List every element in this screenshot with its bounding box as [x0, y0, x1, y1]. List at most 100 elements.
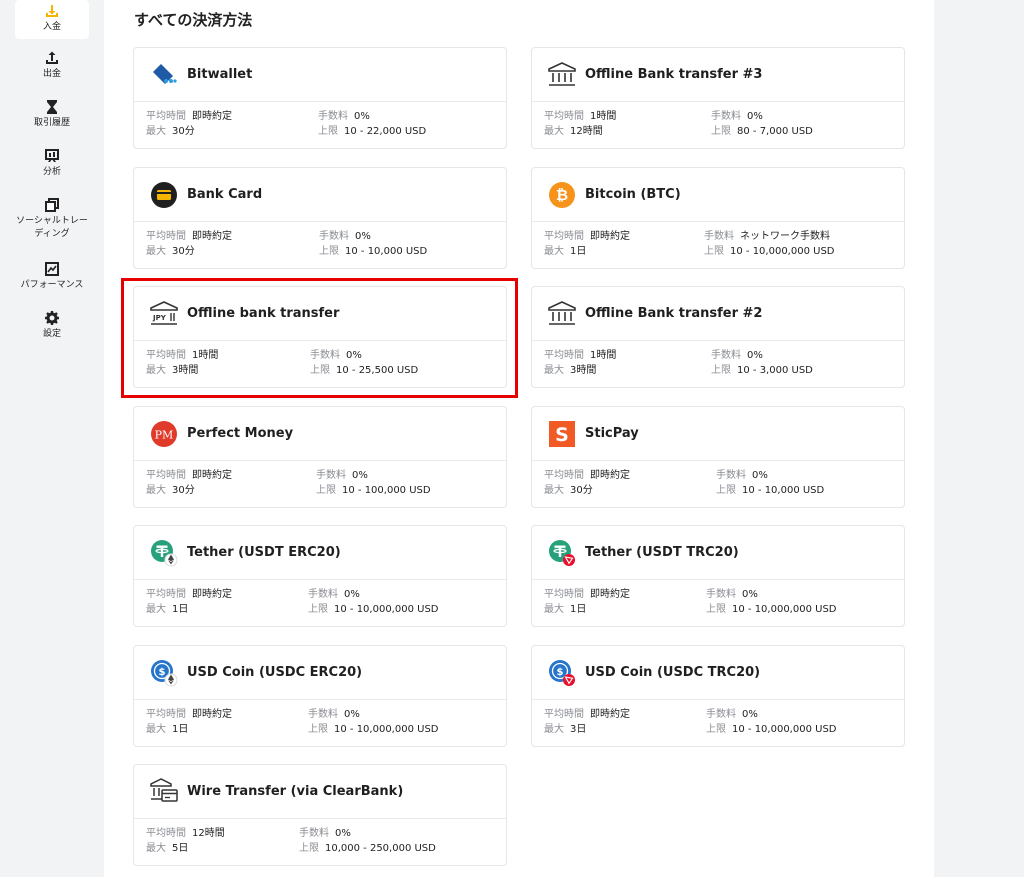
payment-method-card-offline-bank-jpy[interactable]: JPY Offline bank transfer 平均時間 1時間 最大 3時間 …	[133, 286, 507, 388]
sidebar-item-label: ソーシャルトレーディング	[16, 216, 88, 239]
avg-time-value: 即時約定	[192, 111, 232, 122]
fee-value: 0%	[352, 470, 368, 481]
avg-time-label: 平均時間	[146, 828, 186, 839]
limit-label: 上限	[706, 604, 726, 615]
bitcoin-icon: ₿	[548, 181, 576, 209]
bank-icon	[548, 300, 576, 328]
payment-method-name: Offline Bank transfer #3	[585, 67, 763, 82]
fee-value: 0%	[344, 589, 360, 600]
limit-label: 上限	[711, 365, 731, 376]
fee-label: 手数料	[316, 470, 346, 481]
fee-value: ネットワーク手数料	[740, 231, 830, 242]
hourglass-icon	[46, 99, 58, 115]
payment-method-card-tether-trc20[interactable]: Tether (USDT TRC20) 平均時間 即時約定 最大 1日 手数料 0% …	[531, 525, 905, 627]
payment-method-name: Bitwallet	[187, 67, 253, 82]
limit-label: 上限	[706, 724, 726, 735]
payment-method-card-perfect-money[interactable]: PM Perfect Money 平均時間 即時約定 最大 30分 手数料 0% 上限…	[133, 406, 507, 508]
sidebar-item-social-trading[interactable]: ソーシャルトレーディング	[15, 197, 89, 241]
avg-time-label: 平均時間	[146, 231, 186, 242]
upload-icon	[45, 50, 59, 66]
tether-trc20-icon	[548, 539, 576, 567]
max-time-value: 1日	[172, 604, 189, 615]
limit-label: 上限	[316, 485, 336, 496]
avg-time-label: 平均時間	[146, 111, 186, 122]
pm-text: PM	[155, 428, 174, 441]
avg-time-value: 即時約定	[590, 470, 630, 481]
limit-value: 10 - 10,000,000 USD	[334, 724, 439, 735]
max-time-label: 最大	[146, 246, 166, 257]
sidebar-item-withdrawal[interactable]: 出金	[15, 50, 89, 81]
limit-value: 10,000 - 250,000 USD	[325, 843, 436, 854]
payment-method-card-usdc-erc20[interactable]: $ USD Coin (USDC ERC20) 平均時間 即時約定 最大 1日 手数…	[133, 645, 507, 747]
sticpay-icon: S	[548, 420, 576, 448]
payment-method-card-bank-card[interactable]: Bank Card 平均時間 即時約定 最大 30分 手数料 0% 上限 10 - 10…	[133, 167, 507, 269]
limit-label: 上限	[308, 724, 328, 735]
payment-method-card-offline-bank-2[interactable]: Offline Bank transfer #2 平均時間 1時間 最大 3時間 手…	[531, 286, 905, 388]
bank-icon	[548, 61, 576, 89]
limit-value: 10 - 3,000 USD	[737, 365, 813, 376]
payment-method-card-usdc-trc20[interactable]: $ USD Coin (USDC TRC20) 平均時間 即時約定 最大 3日 手数…	[531, 645, 905, 747]
max-time-value: 3時間	[172, 365, 199, 376]
avg-time-label: 平均時間	[146, 350, 186, 361]
fee-label: 手数料	[711, 350, 741, 361]
avg-time-label: 平均時間	[146, 589, 186, 600]
payment-method-card-sticpay[interactable]: S SticPay 平均時間 即時約定 最大 30分 手数料 0% 上限 10 - 10…	[531, 406, 905, 508]
max-time-value: 30分	[172, 246, 195, 257]
sidebar-item-label: 出金	[42, 69, 61, 79]
copy-icon	[45, 197, 59, 213]
payment-method-card-tether-erc20[interactable]: Tether (USDT ERC20) 平均時間 即時約定 最大 1日 手数料 0% …	[133, 525, 507, 627]
avg-time-label: 平均時間	[146, 709, 186, 720]
bank-card-icon	[150, 181, 178, 209]
sidebar-item-label: 入金	[42, 22, 61, 32]
avg-time-value: 即時約定	[192, 470, 232, 481]
fee-value: 0%	[354, 111, 370, 122]
max-time-label: 最大	[544, 246, 564, 257]
sidebar-item-history[interactable]: 取引履歴	[15, 99, 89, 130]
avg-time-label: 平均時間	[544, 350, 584, 361]
avg-time-label: 平均時間	[544, 709, 584, 720]
fee-label: 手数料	[299, 828, 329, 839]
limit-value: 10 - 10,000 USD	[742, 485, 825, 496]
payment-method-name: USD Coin (USDC TRC20)	[585, 665, 761, 680]
perfect-money-icon: PM	[150, 420, 178, 448]
limit-value: 10 - 25,500 USD	[336, 365, 419, 376]
chart-board-icon	[45, 148, 59, 164]
avg-time-label: 平均時間	[544, 111, 584, 122]
avg-time-value: 即時約定	[192, 709, 232, 720]
avg-time-value: 即時約定	[590, 589, 630, 600]
limit-label: 上限	[319, 246, 339, 257]
max-time-label: 最大	[544, 126, 564, 137]
avg-time-value: 12時間	[192, 828, 225, 839]
payment-method-name: Wire Transfer (via ClearBank)	[187, 784, 404, 799]
max-time-label: 最大	[544, 724, 564, 735]
max-time-label: 最大	[146, 365, 166, 376]
usdc-trc20-icon: $	[548, 659, 576, 687]
payment-method-card-offline-bank-3[interactable]: Offline Bank transfer #3 平均時間 1時間 最大 12時間 …	[531, 47, 905, 149]
fee-label: 手数料	[704, 231, 734, 242]
sidebar-item-analysis[interactable]: 分析	[15, 148, 89, 179]
limit-value: 10 - 10,000,000 USD	[334, 604, 439, 615]
fee-label: 手数料	[308, 589, 338, 600]
sidebar-item-performance[interactable]: パフォーマンス	[15, 261, 89, 292]
sidebar-item-settings[interactable]: 設定	[15, 310, 89, 341]
limit-label: 上限	[711, 126, 731, 137]
fee-value: 0%	[346, 350, 362, 361]
max-time-value: 30分	[570, 485, 593, 496]
sidebar: 入金 出金 取引履歴 分析 ソーシャルトレーディング パフォーマンス 設定	[0, 0, 104, 877]
fee-value: 0%	[747, 111, 763, 122]
limit-label: 上限	[310, 365, 330, 376]
sidebar-item-deposit[interactable]: 入金	[15, 0, 89, 39]
fee-label: 手数料	[310, 350, 340, 361]
avg-time-label: 平均時間	[544, 589, 584, 600]
avg-time-value: 即時約定	[192, 231, 232, 242]
avg-time-value: 即時約定	[590, 231, 630, 242]
payment-method-card-wire-transfer[interactable]: Wire Transfer (via ClearBank) 平均時間 12時間 最…	[133, 764, 507, 866]
payment-method-card-bitwallet[interactable]: Bitwallet 平均時間 即時約定 最大 30分 手数料 0% 上限 10 - 22…	[133, 47, 507, 149]
fee-label: 手数料	[706, 709, 736, 720]
page-title: すべての決済方法	[134, 11, 253, 29]
fee-label: 手数料	[319, 231, 349, 242]
payment-method-name: Bank Card	[187, 187, 263, 202]
limit-value: 10 - 10,000 USD	[345, 246, 428, 257]
payment-method-card-bitcoin[interactable]: ₿ Bitcoin (BTC) 平均時間 即時約定 最大 1日 手数料 ネットワーク手…	[531, 167, 905, 269]
sidebar-item-label: パフォーマンス	[20, 280, 84, 290]
